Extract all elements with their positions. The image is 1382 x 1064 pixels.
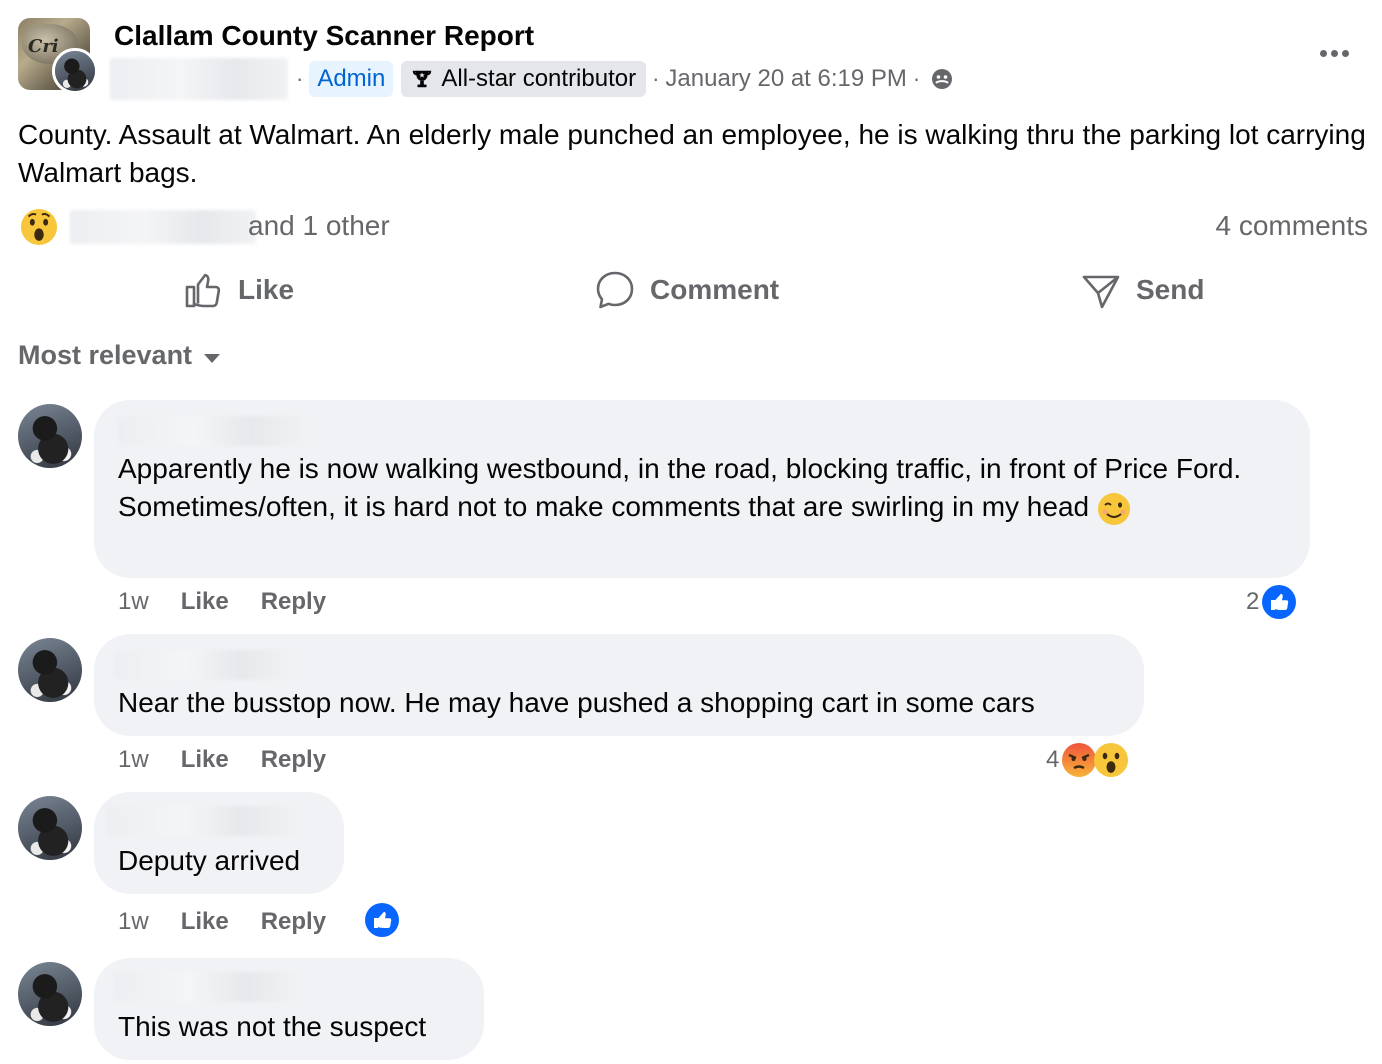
comment-time[interactable]: 1w [118, 746, 149, 774]
caret-down-icon [204, 354, 221, 363]
commenter-avatar[interactable] [18, 404, 82, 468]
comment-time[interactable]: 1w [118, 588, 149, 616]
comment-button[interactable]: Comment [594, 262, 779, 318]
reactions-text[interactable]: and 1 other [248, 210, 390, 242]
comment-bubble: Near the busstop now. He may have pushed… [94, 634, 1144, 736]
author-name-redacted [110, 58, 288, 100]
comment-actions: 1w Like Reply [118, 908, 326, 936]
commenter-name-redacted[interactable] [114, 650, 294, 680]
wow-icon [1094, 743, 1129, 777]
comment-bubble: Deputy arrived [94, 792, 344, 894]
reaction-count-text: 2 [1246, 588, 1260, 615]
send-label: Send [1136, 274, 1205, 305]
comment-icon [596, 271, 634, 309]
comment-reply-button[interactable]: Reply [261, 746, 326, 774]
dot-icon [1330, 49, 1338, 57]
commenter-name-redacted[interactable] [106, 806, 300, 836]
comment-label: Comment [650, 274, 780, 305]
comment-text: Near the busstop now. He may have pushed… [118, 687, 1035, 718]
allstar-badge[interactable]: All-star contributor [401, 61, 647, 97]
reaction-count-text: 4 [1046, 746, 1060, 773]
comment-bubble: Apparently he is now walking westbound, … [94, 400, 1310, 578]
trophy-icon [413, 70, 432, 88]
angry-icon [1062, 743, 1097, 777]
admin-badge[interactable]: Admin [309, 61, 394, 97]
comment-reaction-count[interactable] [364, 902, 400, 938]
post-timestamp[interactable]: January 20 at 6:19 PM [665, 65, 906, 93]
reactor-name-redacted [70, 210, 256, 244]
group-privacy-icon[interactable] [930, 67, 954, 91]
commenter-name-redacted[interactable] [118, 416, 308, 446]
like-button[interactable]: Like [182, 262, 294, 318]
comment-sort-dropdown[interactable]: Most relevant [18, 340, 221, 371]
post-action-bar: Like Comment Send [0, 262, 1382, 318]
comment-bubble: This was not the suspect [94, 958, 484, 1060]
comment-like-button[interactable]: Like [181, 746, 229, 774]
like-icon [1262, 585, 1297, 619]
like-label: Like [238, 274, 295, 305]
comment-like-button[interactable]: Like [181, 908, 229, 936]
separator-dot: · [652, 66, 660, 91]
dot-icon [1319, 49, 1327, 57]
reaction-summary[interactable]: and 1 other 4 comments [18, 204, 1368, 250]
separator-dot: · [296, 66, 304, 91]
allstar-label: All-star contributor [441, 65, 637, 92]
commenter-name-redacted[interactable] [114, 972, 302, 1002]
comment-reaction-count[interactable]: 2 [1246, 584, 1297, 620]
comment-time[interactable]: 1w [118, 908, 149, 936]
wink-emoji-icon [1097, 492, 1130, 525]
comments-count[interactable]: 4 comments [1216, 210, 1369, 242]
send-button[interactable]: Send [1080, 262, 1204, 318]
commenter-avatar[interactable] [18, 962, 82, 1026]
comment-reply-button[interactable]: Reply [261, 588, 326, 616]
post-body: County. Assault at Walmart. An elderly m… [18, 119, 1366, 188]
commenter-avatar[interactable] [18, 638, 82, 702]
separator-dot: · [912, 66, 921, 91]
comment-text: This was not the suspect [118, 1011, 427, 1042]
comment-reaction-count[interactable]: 4 [1046, 742, 1129, 778]
comment-actions: 1w Like Reply [118, 588, 326, 616]
post-meta-row: · Admin All-star contributor · January 2… [290, 58, 954, 100]
dot-icon [1341, 49, 1349, 57]
wow-reaction-icon [20, 208, 58, 246]
thumbs-up-icon [185, 273, 221, 308]
comment-actions: 1w Like Reply [118, 746, 326, 774]
more-options-button[interactable] [1312, 38, 1356, 68]
author-avatar[interactable] [52, 48, 98, 94]
like-icon [365, 903, 399, 937]
commenter-avatar[interactable] [18, 796, 82, 860]
comment-reply-button[interactable]: Reply [261, 908, 326, 936]
comment-like-button[interactable]: Like [181, 588, 229, 616]
comment-text: Apparently he is now walking westbound, … [118, 450, 1298, 526]
group-name[interactable]: Clallam County Scanner Report [114, 20, 534, 52]
comment-text: Deputy arrived [118, 845, 301, 876]
sort-label: Most relevant [18, 340, 193, 370]
send-icon [1082, 275, 1120, 309]
